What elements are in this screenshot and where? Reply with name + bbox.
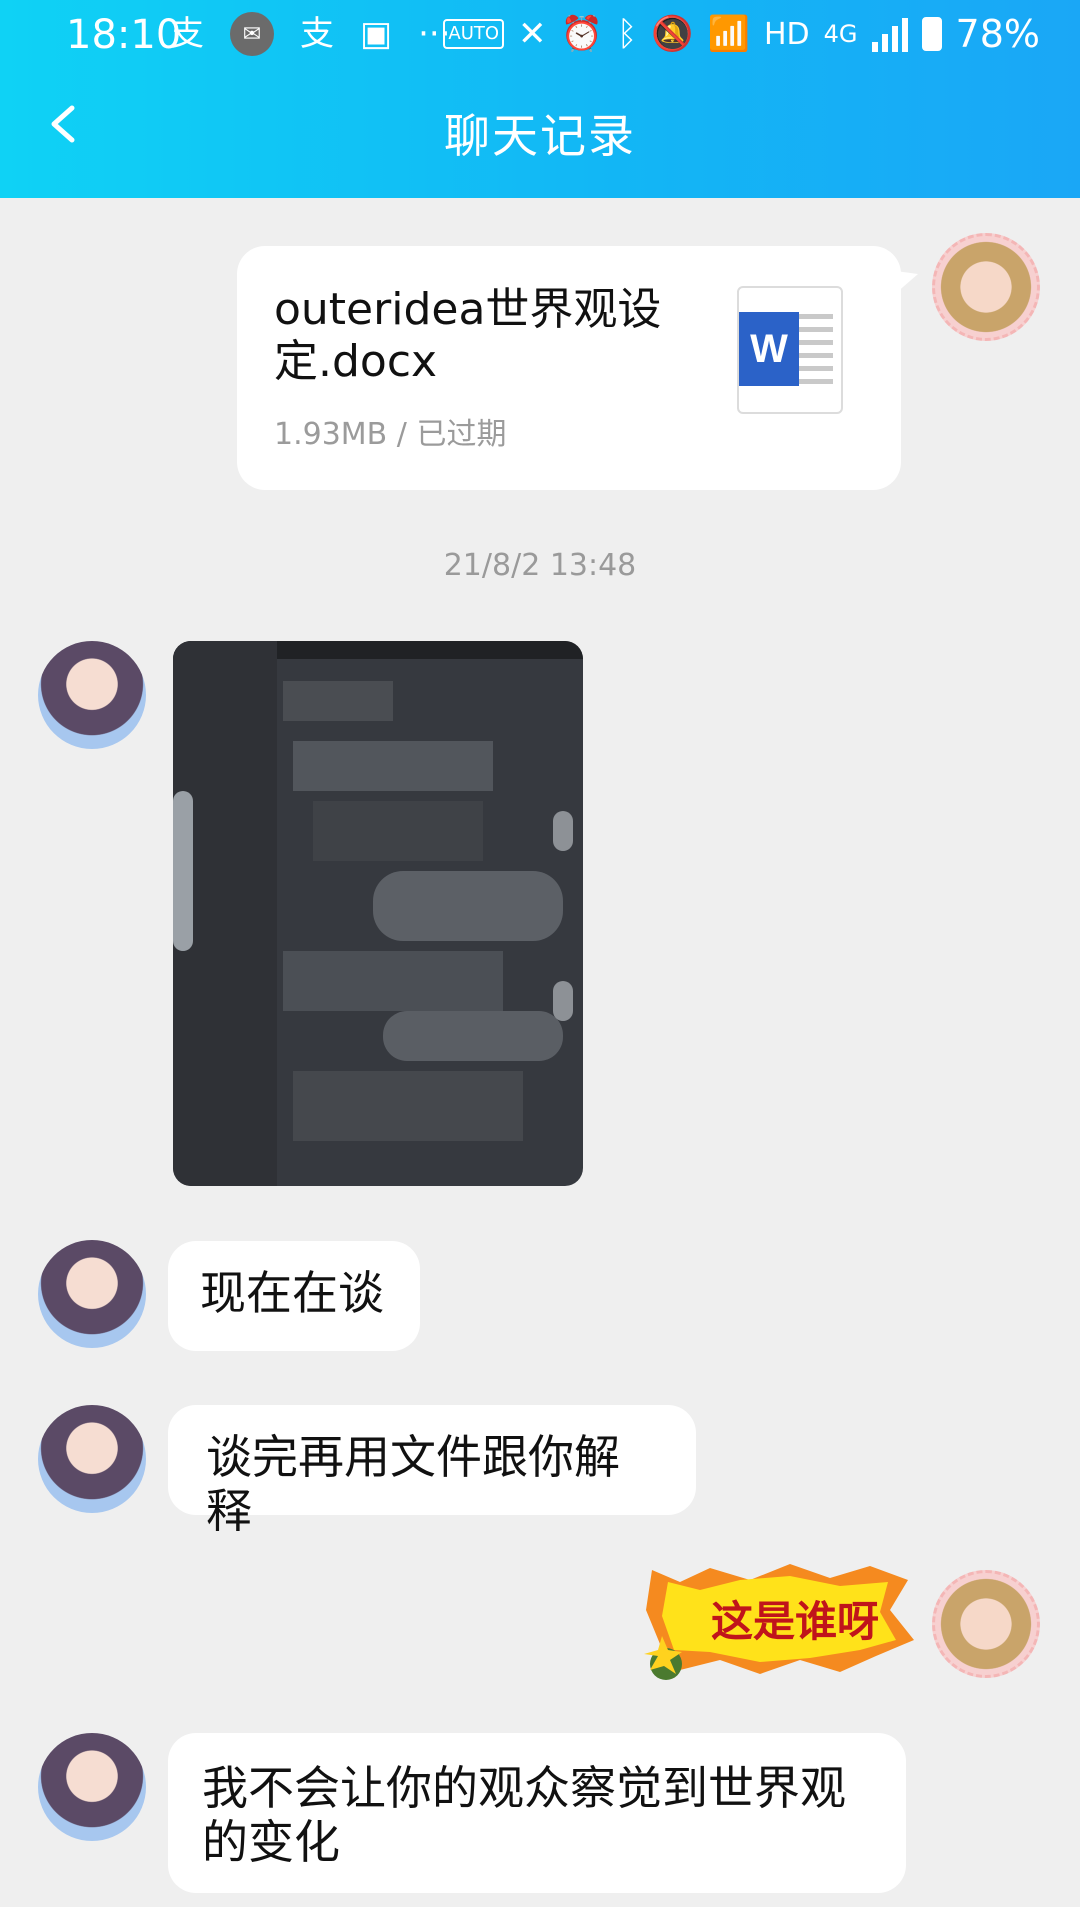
sticker-text: 这是谁呀 xyxy=(710,1597,879,1646)
message-text: 我不会让你的观众察觉到世界观的变化 xyxy=(202,1761,846,1869)
sticker-message[interactable]: 这是谁呀 xyxy=(640,1560,920,1680)
file-name: outeridea世界观设定.docx xyxy=(274,284,662,387)
file-message-bubble[interactable]: outeridea世界观设定.docx 1.93MB / 已过期 W xyxy=(237,246,901,490)
hd-icon: HD xyxy=(763,16,810,52)
message-text: 谈完再用文件跟你解释 xyxy=(206,1430,620,1538)
avatar-self[interactable] xyxy=(932,1570,1040,1678)
mail-icon: ✉ xyxy=(230,12,274,56)
status-time: 18:10 xyxy=(66,12,182,58)
message-timestamp: 21/8/2 13:48 xyxy=(443,548,637,583)
battery-icon xyxy=(921,17,942,51)
avatar-contact[interactable] xyxy=(38,1240,146,1348)
wifi-icon: 📶 xyxy=(707,14,750,54)
system-icons: AUTO ✕ ⏰ ᛒ 🔕 📶 HD 4G 78% xyxy=(443,10,1040,58)
avatar-contact[interactable] xyxy=(38,641,146,749)
mute-icon: 🔕 xyxy=(651,14,694,54)
avatar-contact[interactable] xyxy=(38,1405,146,1513)
network-type: 4G xyxy=(823,20,858,48)
x-icon: ✕ xyxy=(518,14,547,54)
image-icon: ▣ xyxy=(360,14,393,54)
text-message-bubble[interactable]: 我不会让你的观众察觉到世界观的变化 xyxy=(168,1733,906,1893)
auto-hz-icon: AUTO xyxy=(443,19,505,49)
image-message[interactable] xyxy=(173,641,583,1186)
battery-percent: 78% xyxy=(955,12,1040,56)
status-bar: 18:10 支 ✉ 支 ▣ ··· AUTO ✕ ⏰ ᛒ 🔕 📶 HD 4G 7… xyxy=(0,0,1080,70)
signal-icon xyxy=(871,16,908,52)
avatar-contact[interactable] xyxy=(38,1733,146,1841)
bluetooth-icon: ᛒ xyxy=(616,14,638,54)
bubble-tail xyxy=(888,270,918,300)
text-message-bubble[interactable]: 谈完再用文件跟你解释 xyxy=(168,1405,696,1538)
word-doc-icon: W xyxy=(737,286,843,414)
text-message-bubble[interactable]: 现在在谈 xyxy=(168,1241,420,1351)
avatar-self[interactable] xyxy=(932,233,1040,341)
alarm-icon: ⏰ xyxy=(560,14,603,54)
notification-icons: 支 ✉ 支 ▣ ··· xyxy=(170,10,451,58)
word-letter: W xyxy=(739,312,799,386)
alipay-icon: 支 xyxy=(170,14,204,54)
page-title: 聊天记录 xyxy=(444,109,636,163)
file-meta: 1.93MB / 已过期 xyxy=(274,417,507,452)
alipay-icon: 支 xyxy=(300,14,334,54)
message-text: 现在在谈 xyxy=(200,1266,384,1320)
top-header: 18:10 支 ✉ 支 ▣ ··· AUTO ✕ ⏰ ᛒ 🔕 📶 HD 4G 7… xyxy=(0,0,1080,198)
